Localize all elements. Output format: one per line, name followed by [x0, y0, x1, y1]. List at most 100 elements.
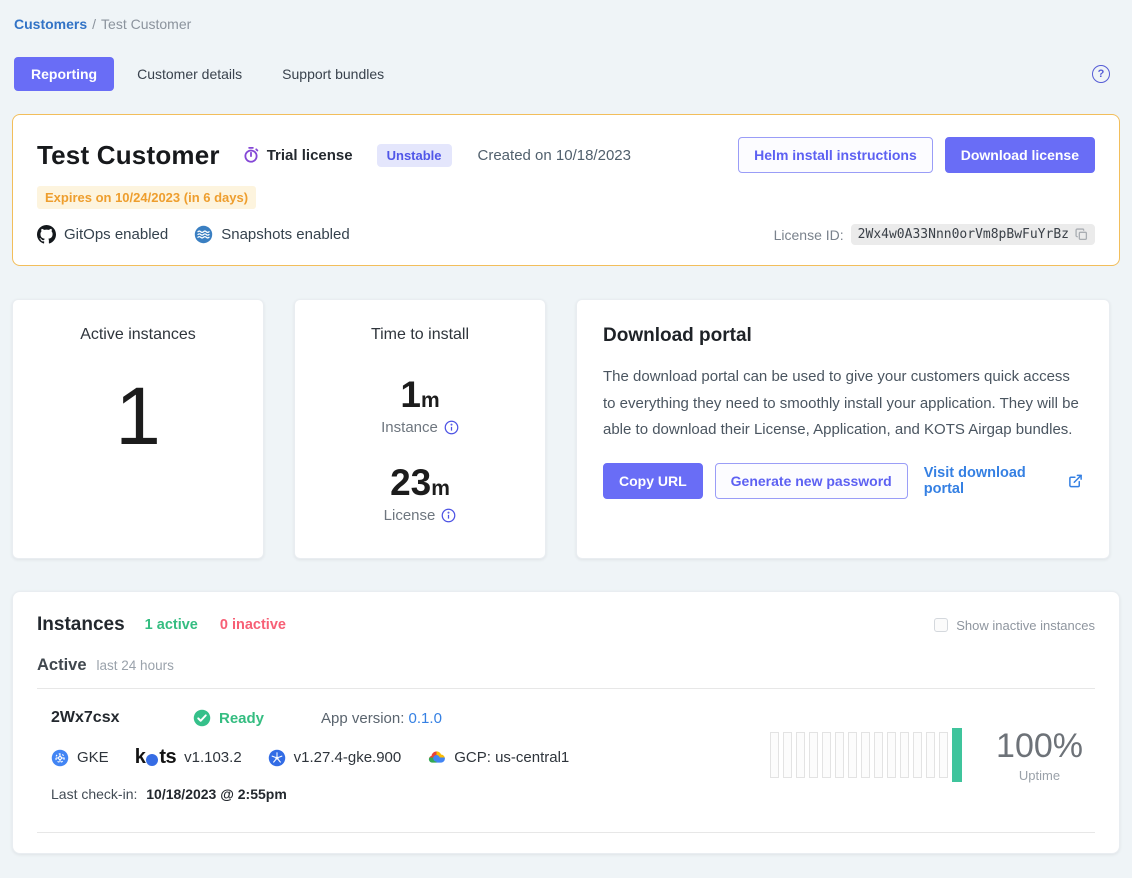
tti-instance-unit: m	[421, 389, 440, 412]
show-inactive-checkbox[interactable]	[934, 618, 948, 632]
k8s-version-segment: v1.27.4-gke.900	[268, 749, 402, 767]
uptime-bar	[887, 732, 896, 778]
time-to-install-card: Time to install 1m Instance 23m License	[294, 299, 546, 559]
kubernetes-icon	[268, 749, 286, 767]
time-to-install-title: Time to install	[295, 326, 545, 344]
active-instances-title: Active instances	[13, 326, 263, 344]
external-link-icon	[1068, 473, 1083, 489]
created-date: Created on 10/18/2023	[478, 147, 631, 164]
tti-instance-label-row: Instance	[295, 419, 545, 436]
last-checkin-label: Last check-in:	[51, 786, 141, 802]
show-inactive-toggle[interactable]: Show inactive instances	[934, 618, 1095, 633]
tab-reporting[interactable]: Reporting	[14, 57, 114, 91]
uptime-bar	[809, 732, 818, 778]
uptime-label: Uptime	[996, 768, 1083, 783]
help-icon[interactable]: ?	[1092, 65, 1110, 83]
license-type-label: Trial license	[267, 147, 353, 164]
uptime-bar	[952, 728, 962, 782]
license-id-text: 2Wx4w0A33Nnn0orVm8pBwFuYrBz	[858, 227, 1069, 242]
tti-instance-value: 1m	[295, 376, 545, 413]
customer-reporting-page: Customers/Test Customer Reporting Custom…	[0, 0, 1132, 854]
tab-support-bundles[interactable]: Support bundles	[265, 57, 401, 91]
snapshots-enabled-label: Snapshots enabled	[221, 226, 349, 243]
uptime-bar	[926, 732, 935, 778]
uptime-bar	[835, 732, 844, 778]
expires-chip: Expires on 10/24/2023 (in 6 days)	[37, 186, 256, 209]
tti-instance-label: Instance	[381, 419, 438, 436]
instance-status-label: Ready	[219, 710, 264, 727]
download-license-button[interactable]: Download license	[945, 137, 1095, 173]
license-id-value[interactable]: 2Wx4w0A33Nnn0orVm8pBwFuYrBz	[851, 224, 1095, 245]
info-icon[interactable]	[444, 420, 459, 435]
copy-url-button[interactable]: Copy URL	[603, 463, 703, 499]
instance-id[interactable]: 2Wx7csx	[51, 709, 193, 727]
visit-download-portal-link[interactable]: Visit download portal	[924, 465, 1083, 497]
breadcrumb-current: Test Customer	[101, 16, 191, 32]
kots-logo-dot	[146, 754, 158, 766]
uptime-bar	[770, 732, 779, 778]
last-checkin: Last check-in: 10/18/2023 @ 2:55pm	[51, 786, 770, 802]
license-type: Trial license	[242, 146, 353, 164]
app-version-link[interactable]: 0.1.0	[409, 710, 442, 727]
uptime-bar	[796, 732, 805, 778]
uptime-bar	[874, 732, 883, 778]
uptime-bar	[900, 732, 909, 778]
visit-download-portal-label: Visit download portal	[924, 465, 1061, 497]
app-version-label: App version:	[321, 710, 409, 727]
active-count: 1 active	[145, 617, 198, 633]
gitops-enabled-label: GitOps enabled	[64, 226, 168, 243]
snapshots-enabled-feature: Snapshots enabled	[194, 225, 349, 244]
last-checkin-value: 10/18/2023 @ 2:55pm	[146, 786, 287, 802]
tti-instance-number: 1	[400, 374, 421, 415]
kots-segment: kts v1.103.2	[135, 746, 242, 769]
kots-logo: kts	[135, 746, 176, 769]
download-portal-title: Download portal	[603, 325, 1083, 347]
show-inactive-label: Show inactive instances	[956, 618, 1095, 633]
uptime-percent: 100%	[996, 728, 1083, 765]
distribution-segment: GKE	[51, 749, 109, 767]
helm-install-instructions-button[interactable]: Helm install instructions	[738, 137, 933, 173]
uptime-bar	[822, 732, 831, 778]
trial-timer-icon	[242, 146, 260, 164]
tti-license-value: 23m	[295, 464, 545, 501]
app-version: App version: 0.1.0	[321, 710, 442, 727]
customer-name: Test Customer	[37, 140, 220, 171]
uptime-bar	[939, 732, 948, 778]
k8s-version-label: v1.27.4-gke.900	[294, 749, 402, 766]
kots-version: v1.103.2	[184, 749, 242, 766]
channel-badge: Unstable	[377, 144, 452, 167]
breadcrumb: Customers/Test Customer	[12, 14, 1120, 32]
gke-icon	[51, 749, 69, 767]
distribution-label: GKE	[77, 749, 109, 766]
check-circle-icon	[193, 709, 211, 727]
info-icon[interactable]	[441, 508, 456, 523]
breadcrumb-customers-link[interactable]: Customers	[14, 16, 87, 32]
tab-bar: Reporting Customer details Support bundl…	[12, 57, 1120, 91]
active-instances-count: 1	[13, 376, 263, 458]
uptime-bar	[861, 732, 870, 778]
cloud-region-segment: GCP: us-central1	[427, 748, 569, 767]
active-section-label: Active	[37, 656, 87, 675]
timeframe-label: last 24 hours	[97, 658, 174, 673]
instances-title: Instances	[37, 614, 125, 636]
snapshots-icon	[194, 225, 213, 244]
github-icon	[37, 225, 56, 244]
license-id-label: License ID:	[774, 227, 844, 243]
uptime-bar	[848, 732, 857, 778]
tab-customer-details[interactable]: Customer details	[120, 57, 259, 91]
kots-logo-ts: ts	[159, 746, 176, 769]
copy-icon[interactable]	[1075, 228, 1088, 241]
uptime-bar	[913, 732, 922, 778]
generate-new-password-button[interactable]: Generate new password	[715, 463, 908, 499]
instance-status: Ready	[193, 709, 321, 727]
download-portal-card: Download portal The download portal can …	[576, 299, 1110, 559]
uptime-bar	[783, 732, 792, 778]
gcp-icon	[427, 748, 446, 767]
download-portal-description: The download portal can be used to give …	[603, 364, 1083, 444]
instance-row[interactable]: 2Wx7csx Ready App version: 0.1.0	[37, 689, 1095, 808]
customer-summary-card: Test Customer Trial license Unstable Cre…	[12, 114, 1120, 266]
stats-row: Active instances 1 Time to install 1m In…	[12, 299, 1120, 559]
active-instances-card: Active instances 1	[12, 299, 264, 559]
tti-license-number: 23	[390, 462, 431, 503]
instances-card: Instances 1 active 0 inactive Show inact…	[12, 591, 1120, 854]
